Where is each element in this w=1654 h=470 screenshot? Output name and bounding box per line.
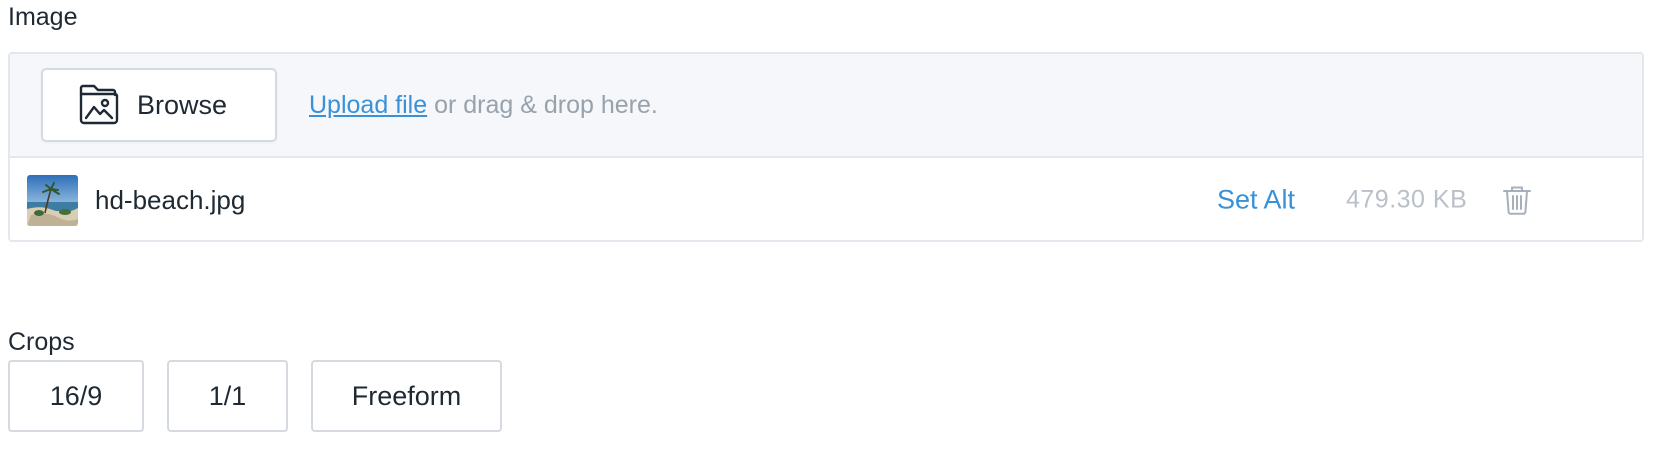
trash-icon[interactable]: [1500, 183, 1534, 217]
file-name: hd-beach.jpg: [95, 184, 246, 215]
browse-label: Browse: [137, 89, 228, 120]
drag-drop-text: or drag & drop here.: [427, 90, 658, 119]
image-section-label: Image: [8, 3, 78, 31]
crop-16-9-button[interactable]: 16/9: [8, 360, 144, 432]
file-thumbnail: [27, 174, 78, 226]
drop-hint: Upload file or drag & drop here.: [309, 91, 658, 120]
set-alt-button[interactable]: Set Alt: [1217, 185, 1295, 216]
folder-image-icon: [77, 82, 123, 128]
dropzone[interactable]: Browse Upload file or drag & drop here.: [10, 54, 1642, 158]
image-field-editor: Image Browse Upload file or drag & drop …: [0, 0, 1654, 470]
upload-file-link[interactable]: Upload file: [309, 91, 427, 119]
browse-button[interactable]: Browse: [41, 68, 277, 142]
upload-card: Browse Upload file or drag & drop here.: [8, 52, 1644, 242]
crop-1-1-button[interactable]: 1/1: [167, 360, 288, 432]
file-row: hd-beach.jpg Set Alt 479.30 KB: [10, 158, 1642, 240]
crop-options: 16/9 1/1 Freeform: [8, 360, 502, 432]
crop-freeform-button[interactable]: Freeform: [311, 360, 502, 432]
crops-section-label: Crops: [8, 328, 75, 356]
file-size: 479.30 KB: [1346, 185, 1468, 214]
